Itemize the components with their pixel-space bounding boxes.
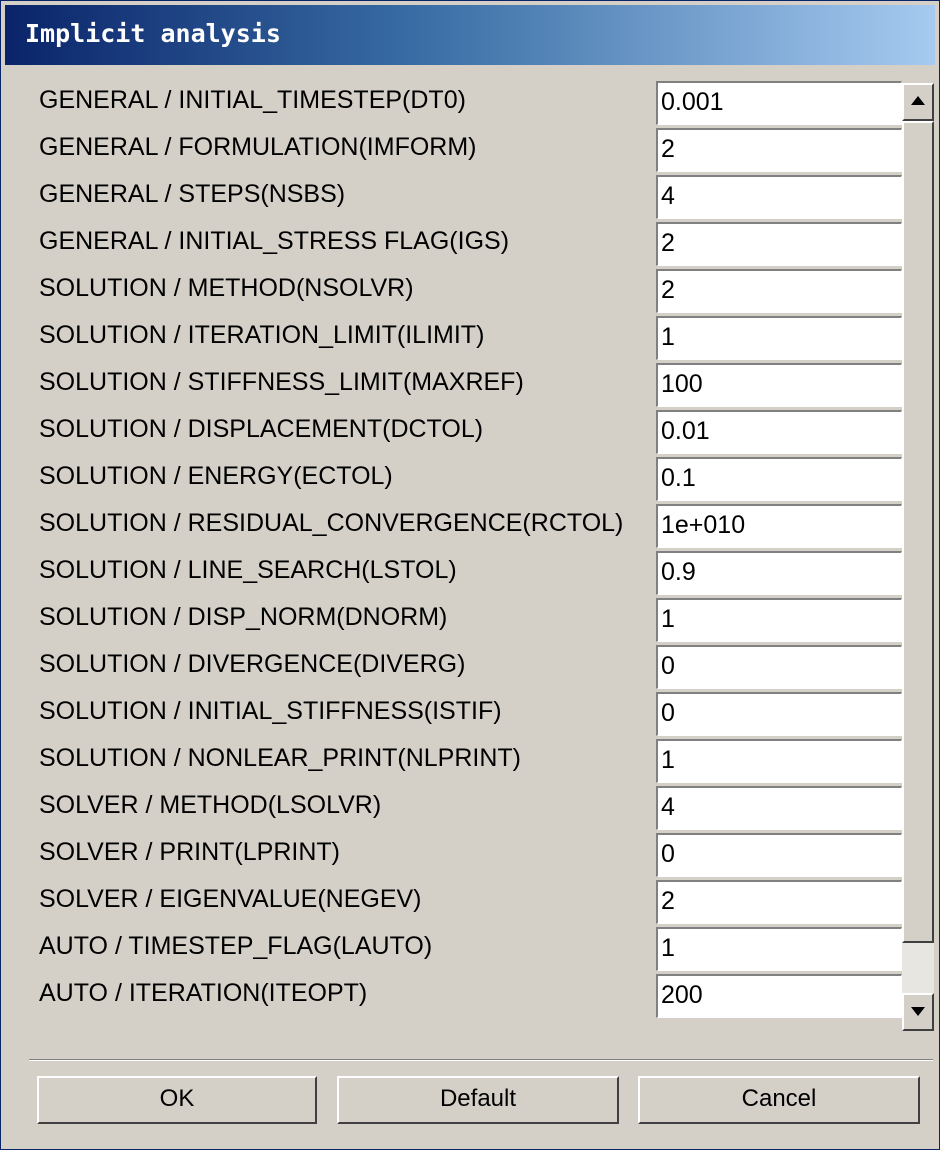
parameter-row: SOLUTION / LINE_SEARCH(LSTOL) 0.9 [1, 551, 902, 597]
parameter-row: AUTO / TIMESTEP_FLAG(LAUTO) 1 [1, 927, 902, 973]
parameter-row: SOLUTION / INITIAL_STIFFNESS(ISTIF) 0 [1, 692, 902, 738]
parameter-input[interactable]: 0.001 [656, 81, 902, 125]
parameter-row: SOLVER / EIGENVALUE(NEGEV) 2 [1, 880, 902, 926]
parameter-label: SOLUTION / LINE_SEARCH(LSTOL) [39, 556, 457, 584]
scroll-thumb[interactable] [902, 121, 934, 943]
parameter-input[interactable]: 0.9 [656, 551, 902, 595]
separator [29, 1059, 933, 1061]
parameter-label: GENERAL / STEPS(NSBS) [39, 180, 346, 208]
parameter-row: GENERAL / FORMULATION(IMFORM) 2 [1, 128, 902, 174]
scroll-down-arrow-icon [911, 1007, 925, 1016]
parameter-input[interactable]: 200 [656, 974, 902, 1018]
parameter-input[interactable]: 1 [656, 316, 902, 360]
title-bar[interactable]: Implicit analysis [5, 5, 935, 65]
parameter-input[interactable]: 1 [656, 598, 902, 642]
parameter-label: GENERAL / FORMULATION(IMFORM) [39, 133, 477, 161]
parameter-label: SOLVER / EIGENVALUE(NEGEV) [39, 885, 422, 913]
implicit-analysis-dialog: Implicit analysis GENERAL / INITIAL_TIME… [0, 0, 940, 1150]
parameter-row: SOLUTION / DIVERGENCE(DIVERG) 0 [1, 645, 902, 691]
parameter-input[interactable]: 0 [656, 645, 902, 689]
parameter-input[interactable]: 2 [656, 222, 902, 266]
parameter-label: AUTO / TIMESTEP_FLAG(LAUTO) [39, 932, 433, 960]
parameter-label: SOLUTION / METHOD(NSOLVR) [39, 274, 414, 302]
parameter-label: GENERAL / INITIAL_STRESS FLAG(IGS) [39, 227, 510, 255]
parameter-row: SOLVER / METHOD(LSOLVR) 4 [1, 786, 902, 832]
parameter-row: SOLUTION / METHOD(NSOLVR) 2 [1, 269, 902, 315]
parameter-label: SOLUTION / STIFFNESS_LIMIT(MAXREF) [39, 368, 524, 396]
parameter-label: GENERAL / INITIAL_TIMESTEP(DT0) [39, 86, 466, 114]
parameter-input[interactable]: 2 [656, 269, 902, 313]
parameter-row: SOLUTION / ITERATION_LIMIT(ILIMIT) 1 [1, 316, 902, 362]
default-button[interactable]: Default [337, 1076, 619, 1124]
parameter-row: GENERAL / INITIAL_STRESS FLAG(IGS) 2 [1, 222, 902, 268]
parameter-label: SOLUTION / DISP_NORM(DNORM) [39, 603, 448, 631]
parameter-row: SOLUTION / DISP_NORM(DNORM) 1 [1, 598, 902, 644]
parameter-row: SOLVER / PRINT(LPRINT) 0 [1, 833, 902, 879]
parameter-input[interactable]: 2 [656, 128, 902, 172]
parameter-input[interactable]: 1 [656, 739, 902, 783]
parameter-label: SOLVER / PRINT(LPRINT) [39, 838, 340, 866]
parameter-label: SOLUTION / ENERGY(ECTOL) [39, 462, 393, 490]
parameter-row: SOLUTION / DISPLACEMENT(DCTOL) 0.01 [1, 410, 902, 456]
parameter-label: SOLUTION / NONLEAR_PRINT(NLPRINT) [39, 744, 522, 772]
parameter-input[interactable]: 4 [656, 786, 902, 830]
parameter-input[interactable]: 0.01 [656, 410, 902, 454]
parameter-label: SOLUTION / INITIAL_STIFFNESS(ISTIF) [39, 697, 502, 725]
parameter-row: SOLUTION / NONLEAR_PRINT(NLPRINT) 1 [1, 739, 902, 785]
parameter-input[interactable]: 0 [656, 833, 902, 877]
vertical-scrollbar[interactable] [902, 83, 934, 1031]
parameter-row: SOLUTION / RESIDUAL_CONVERGENCE(RCTOL) 1… [1, 504, 902, 550]
parameter-row: AUTO / ITERATION(ITEOPT) 200 [1, 974, 902, 1020]
dialog-title: Implicit analysis [25, 19, 281, 48]
parameter-row: SOLUTION / ENERGY(ECTOL) 0.1 [1, 457, 902, 503]
parameter-label: SOLUTION / RESIDUAL_CONVERGENCE(RCTOL) [39, 509, 624, 537]
parameter-label: SOLUTION / DIVERGENCE(DIVERG) [39, 650, 466, 678]
parameter-label: SOLUTION / ITERATION_LIMIT(ILIMIT) [39, 321, 485, 349]
parameter-label: SOLVER / METHOD(LSOLVR) [39, 791, 382, 819]
parameter-input[interactable]: 0 [656, 692, 902, 736]
parameter-input[interactable]: 2 [656, 880, 902, 924]
scroll-up-arrow-icon [911, 96, 925, 105]
cancel-button[interactable]: Cancel [638, 1076, 920, 1124]
parameter-input[interactable]: 1 [656, 927, 902, 971]
ok-button[interactable]: OK [37, 1076, 317, 1124]
parameter-input[interactable]: 1e+010 [656, 504, 902, 548]
parameter-row: SOLUTION / STIFFNESS_LIMIT(MAXREF) 100 [1, 363, 902, 409]
parameter-row: GENERAL / INITIAL_TIMESTEP(DT0) 0.001 [1, 81, 902, 127]
scroll-up-button[interactable] [902, 83, 934, 121]
parameter-input[interactable]: 4 [656, 175, 902, 219]
parameter-label: AUTO / ITERATION(ITEOPT) [39, 979, 368, 1007]
parameter-row: GENERAL / STEPS(NSBS) 4 [1, 175, 902, 221]
scroll-down-button[interactable] [902, 993, 934, 1031]
parameter-input[interactable]: 100 [656, 363, 902, 407]
parameter-label: SOLUTION / DISPLACEMENT(DCTOL) [39, 415, 484, 443]
parameter-input[interactable]: 0.1 [656, 457, 902, 501]
